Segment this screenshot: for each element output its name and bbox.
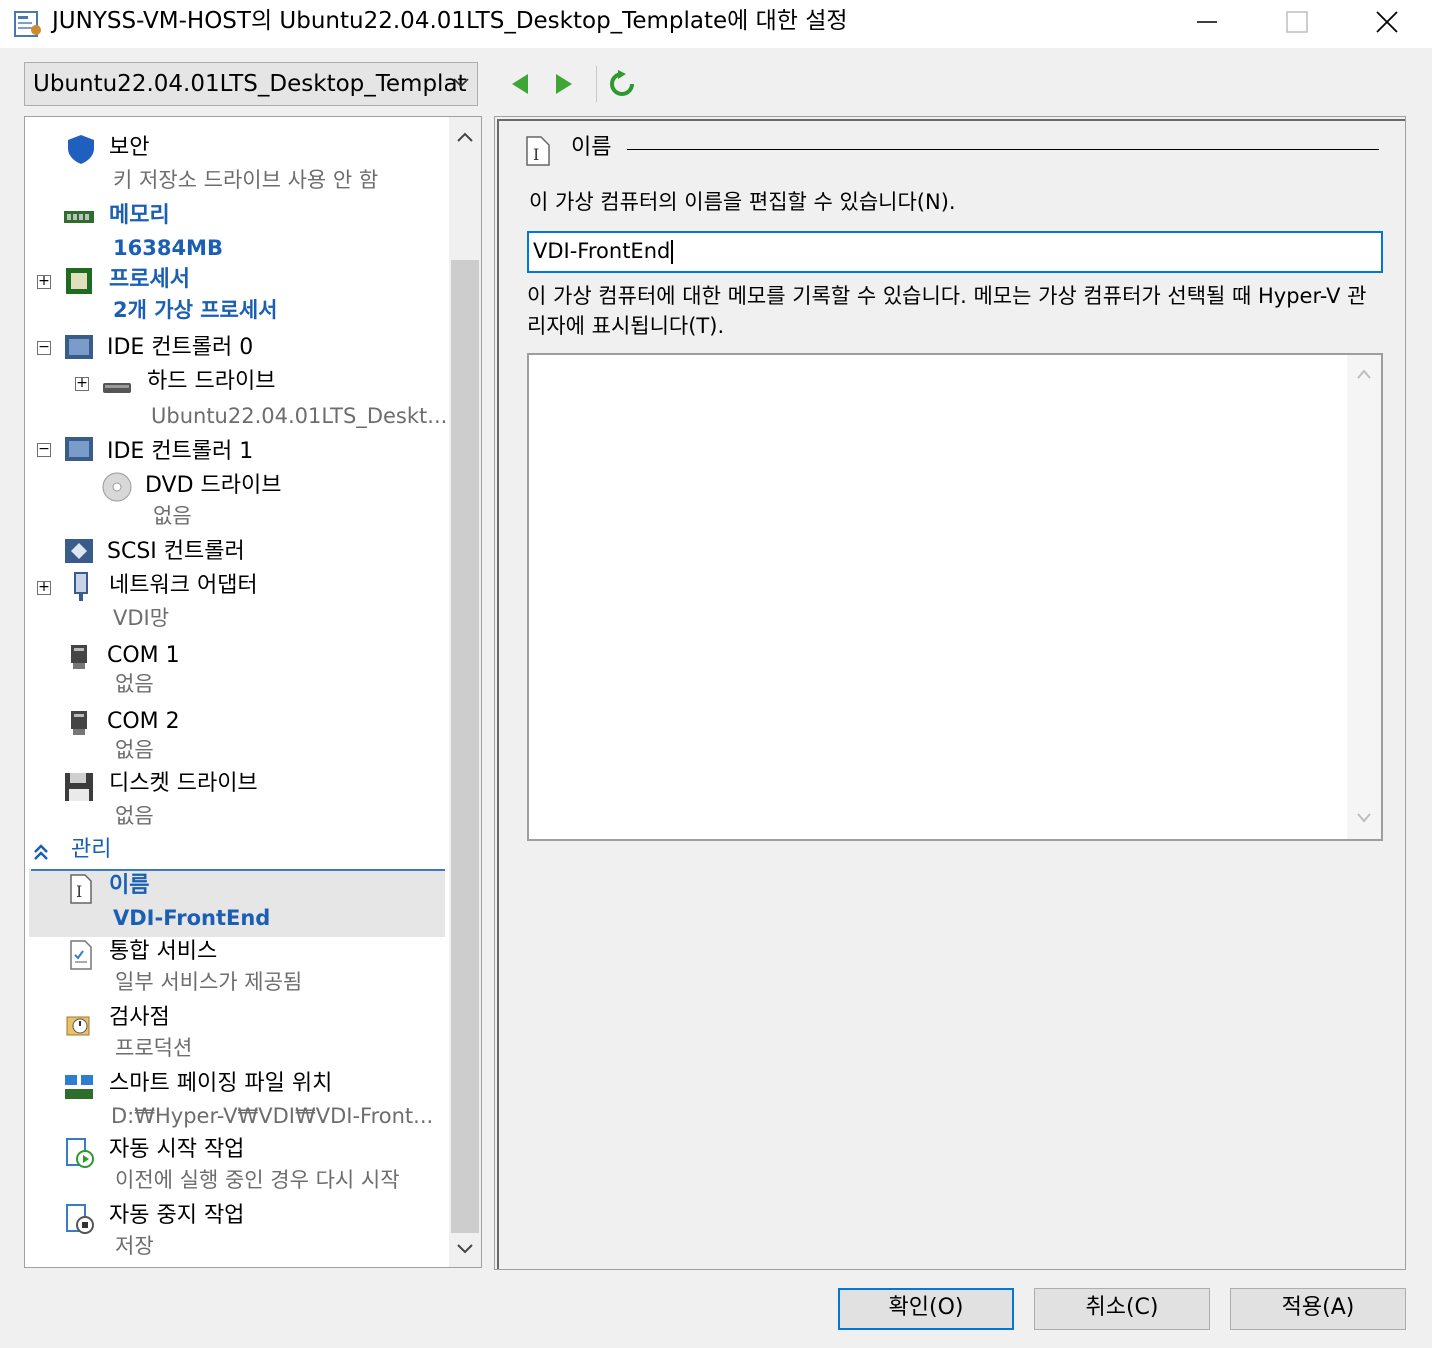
tree-item-integration-services[interactable]: 통합 서비스 일부 서비스가 제공됨: [25, 937, 445, 1001]
vm-name-value: VDI-FrontEnd: [533, 239, 671, 263]
text-caret: [671, 240, 674, 264]
tree-item-checkpoint[interactable]: 검사점 프로덕션: [25, 1003, 445, 1067]
expand-toggle[interactable]: +: [75, 376, 89, 391]
memory-icon: [64, 211, 94, 223]
scsi-icon: [65, 539, 93, 563]
tree-item-memory[interactable]: 메모리 16384MB: [25, 199, 445, 263]
settings-app-icon: [14, 11, 41, 37]
toolbar-separator: [596, 66, 597, 102]
scroll-up-icon[interactable]: [1357, 369, 1371, 379]
tree-item-hard-drive[interactable]: + 하드 드라이브 Ubuntu22.04.01LTS_Deskt...: [25, 365, 447, 431]
refresh-icon: [610, 70, 634, 96]
title-bar: JUNYSS-VM-HOST의 Ubuntu22.04.01LTS_Deskto…: [0, 0, 1432, 48]
tree-item-ide-controller-0[interactable]: − IDE 컨트롤러 0: [25, 331, 445, 365]
auto-stop-icon: [66, 1204, 94, 1234]
collapse-toggle[interactable]: −: [37, 340, 51, 355]
processor-icon: [66, 268, 92, 294]
previous-button[interactable]: [504, 66, 536, 102]
collapse-toggle[interactable]: −: [37, 442, 51, 457]
floppy-icon: [65, 773, 93, 801]
dvd-icon: [102, 472, 132, 502]
com-port-icon: [71, 711, 87, 735]
apply-button[interactable]: 적용(A): [1230, 1288, 1406, 1330]
integration-icon: [70, 940, 92, 970]
arrow-left-icon: [512, 74, 528, 94]
notes-scrollbar[interactable]: [1347, 355, 1381, 839]
window-title: JUNYSS-VM-HOST의 Ubuntu22.04.01LTS_Deskto…: [52, 8, 848, 34]
controller-icon: [65, 437, 93, 461]
scroll-down-icon[interactable]: [1357, 813, 1371, 823]
chevron-down-icon: [453, 78, 469, 88]
expand-toggle[interactable]: +: [37, 274, 51, 289]
scroll-up-icon[interactable]: [457, 131, 473, 143]
maximize-button[interactable]: [1252, 0, 1342, 44]
ok-button[interactable]: 확인(O): [838, 1288, 1014, 1330]
detail-panel: I 이름 이 가상 컴퓨터의 이름을 편집할 수 있습니다(N). VDI-Fr…: [494, 116, 1406, 1270]
vm-selector-value: Ubuntu22.04.01LTS_Desktop_Templat: [33, 71, 467, 97]
maximize-icon: [1286, 11, 1308, 33]
tree-item-name[interactable]: I 이름 VDI-FrontEnd: [25, 871, 445, 937]
minimize-icon: [1197, 21, 1217, 23]
vm-name-input[interactable]: VDI-FrontEnd: [527, 231, 1383, 273]
vm-selector-dropdown[interactable]: Ubuntu22.04.01LTS_Desktop_Templat: [24, 62, 478, 106]
tree-item-dvd-drive[interactable]: DVD 드라이브 없음: [25, 467, 445, 531]
tree-item-processor[interactable]: + 프로세서 2개 가상 프로세서: [25, 263, 445, 327]
com-port-icon: [71, 645, 87, 669]
close-button[interactable]: [1342, 0, 1432, 44]
next-button[interactable]: [548, 66, 580, 102]
tree-item-com1[interactable]: COM 1 없음: [25, 637, 445, 701]
tree-item-network-adapter[interactable]: + 네트워크 어댑터 VDI망: [25, 569, 445, 633]
controller-icon: [65, 335, 93, 359]
notes-description: 이 가상 컴퓨터에 대한 메모를 기록할 수 있습니다. 메모는 가상 컴퓨터가…: [527, 284, 1367, 338]
group-title: 이름: [571, 135, 612, 160]
double-chevron-up-icon: [34, 844, 48, 860]
close-icon: [1376, 11, 1398, 33]
tree-item-floppy-drive[interactable]: 디스켓 드라이브 없음: [25, 767, 445, 831]
arrow-right-icon: [556, 74, 572, 94]
scrollbar-thumb[interactable]: [451, 260, 479, 1233]
network-adapter-icon: [74, 572, 88, 601]
group-divider: [627, 149, 1379, 150]
tree-item-com2[interactable]: COM 2 없음: [25, 703, 445, 767]
cancel-button[interactable]: 취소(C): [1034, 1288, 1210, 1330]
tree-item-auto-start[interactable]: 자동 시작 작업 이전에 실행 중인 경우 다시 시작: [25, 1135, 445, 1199]
tree-item-scsi-controller[interactable]: SCSI 컨트롤러: [25, 535, 445, 569]
minimize-button[interactable]: [1162, 0, 1252, 44]
hard-drive-icon: [103, 383, 131, 393]
notes-textarea[interactable]: [527, 353, 1383, 841]
refresh-button[interactable]: [606, 66, 638, 102]
settings-tree: 보안 키 저장소 드라이브 사용 안 함 메모리 16384MB + 프로세서 …: [24, 116, 482, 1268]
checkpoint-icon: [66, 1016, 90, 1036]
section-header-management[interactable]: 관리: [31, 835, 445, 871]
tree-item-smart-paging[interactable]: 스마트 페이징 파일 위치 D:₩Hyper-V₩VDI₩VDI-Front..…: [25, 1069, 445, 1133]
paging-icon: [65, 1075, 93, 1099]
shield-icon: [68, 135, 94, 164]
name-description: 이 가상 컴퓨터의 이름을 편집할 수 있습니다(N).: [529, 190, 956, 214]
tree-item-security[interactable]: 보안 키 저장소 드라이브 사용 안 함: [25, 129, 445, 193]
expand-toggle[interactable]: +: [37, 580, 51, 595]
tree-item-ide-controller-1[interactable]: − IDE 컨트롤러 1: [25, 433, 445, 467]
name-icon: I: [526, 136, 550, 166]
name-icon: I: [70, 874, 92, 904]
tree-item-auto-stop[interactable]: 자동 중지 작업 저장: [25, 1201, 445, 1265]
tree-scrollbar[interactable]: [449, 117, 481, 1267]
svg-text:I: I: [533, 145, 539, 164]
scroll-down-icon[interactable]: [457, 1243, 473, 1255]
auto-start-icon: [66, 1138, 94, 1168]
svg-text:I: I: [76, 882, 82, 901]
